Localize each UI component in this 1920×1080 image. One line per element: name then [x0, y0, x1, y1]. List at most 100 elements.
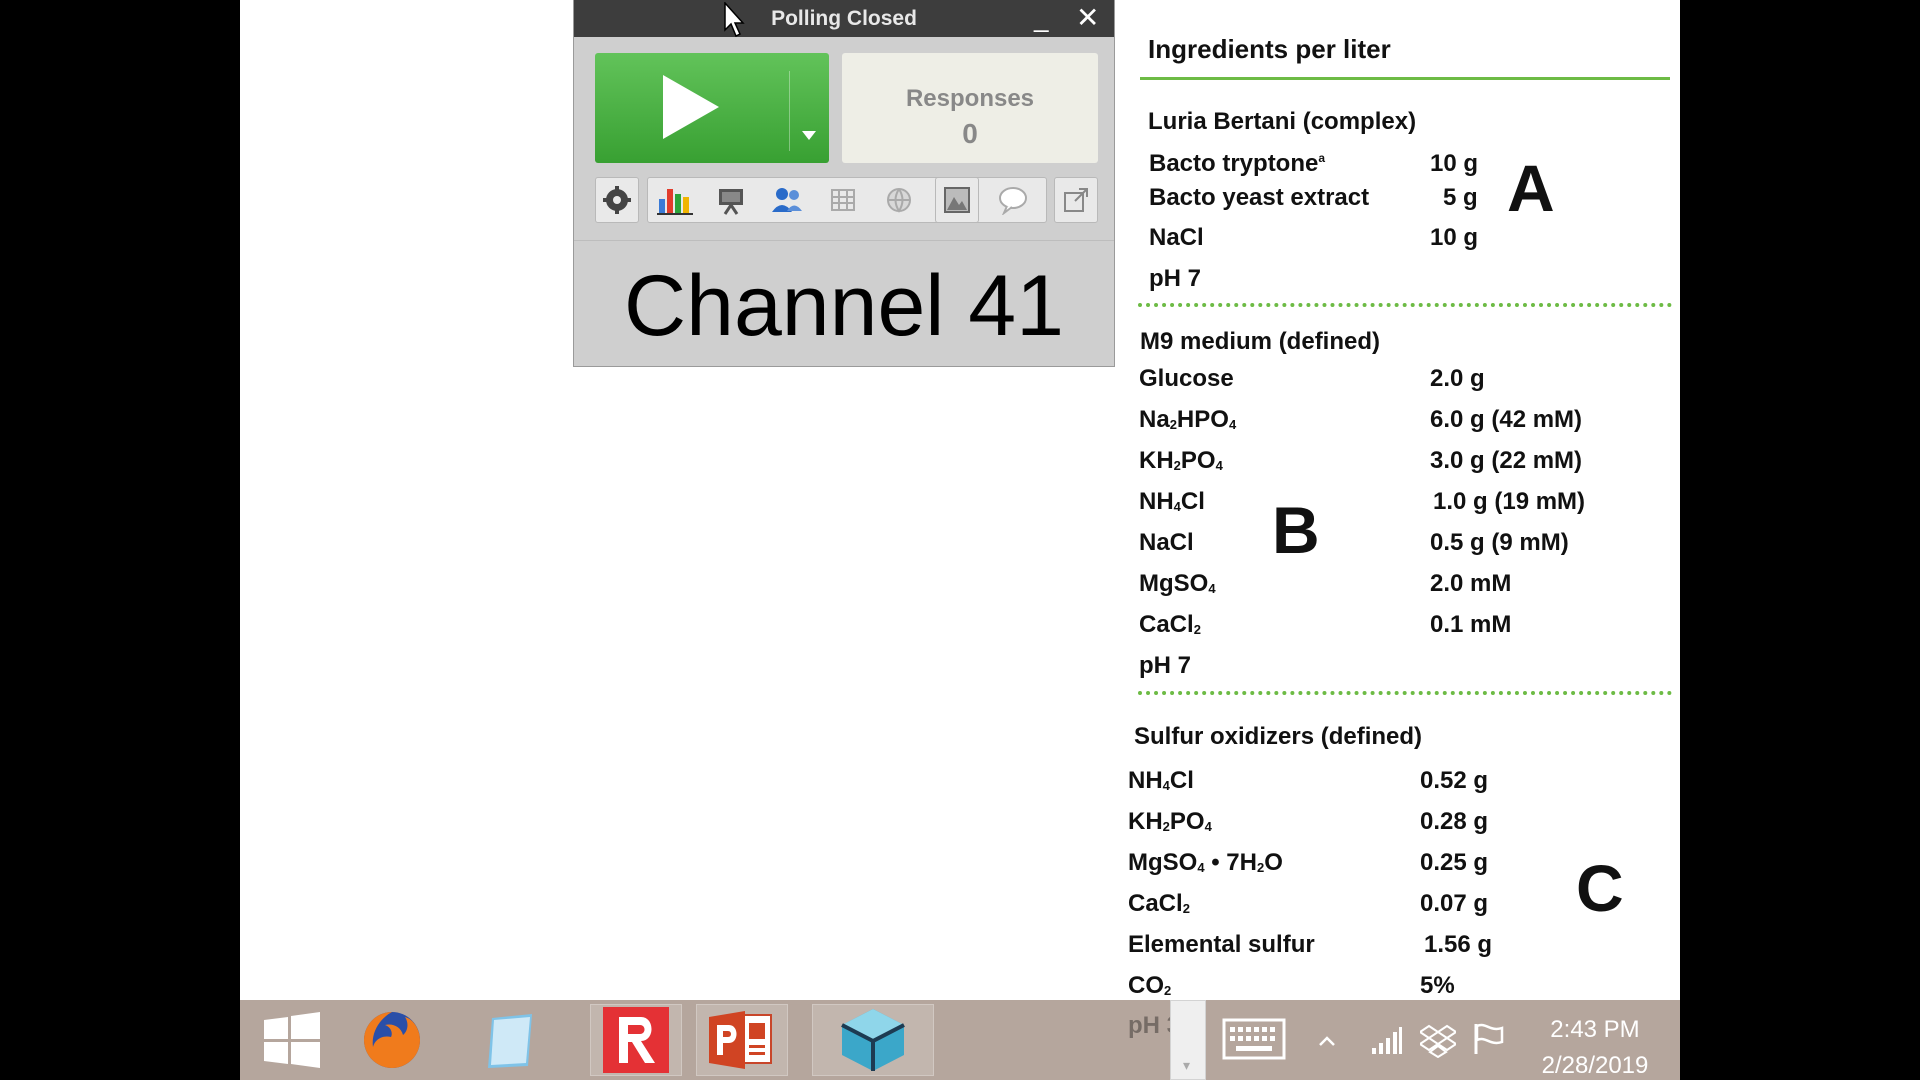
b-row-5-name: NaCl: [1139, 529, 1194, 556]
grid-icon: [831, 189, 855, 211]
b-row-1-name: Glucose: [1139, 365, 1234, 392]
desktop: Polling Closed _ ✕ Responses 0 Channel 4…: [240, 0, 1680, 1080]
clock-time: 2:43 PM: [1550, 1016, 1640, 1043]
a-row-2-amount: 5 g: [1443, 184, 1478, 211]
taskbar-3d-app[interactable]: [812, 1004, 934, 1076]
taskbar-notepad[interactable]: [466, 1004, 558, 1076]
section-c-letter: C: [1576, 851, 1624, 925]
a-row-1-name: Bacto tryptonea: [1149, 150, 1326, 177]
export-icon: [1064, 188, 1088, 212]
section-b-title: M9 medium (defined): [1140, 328, 1381, 355]
b-row-7-name: CaCl2: [1139, 611, 1201, 638]
responses-panel[interactable]: Responses 0: [842, 53, 1098, 163]
start-polling-button[interactable]: [595, 53, 829, 163]
taskbar-response-app[interactable]: [590, 1004, 682, 1076]
c-row-3-name: MgSO4 • 7H2O: [1128, 849, 1283, 876]
bar-chart-icon: [657, 189, 693, 215]
network-button[interactable]: [1370, 1026, 1402, 1061]
clock-date: 2/28/2019: [1541, 1052, 1649, 1079]
signal-icon: [1372, 1027, 1402, 1054]
export-button[interactable]: [1054, 177, 1098, 223]
b-row-3-amount: 3.0 g (22 mM): [1430, 447, 1583, 474]
minimize-button[interactable]: _: [1034, 4, 1048, 32]
c-row-2-name: KH2PO4: [1128, 808, 1212, 835]
slide-heading: Ingredients per liter: [1148, 34, 1391, 64]
b-row-4-name: NH4Cl: [1139, 488, 1205, 515]
b-ph: pH 7: [1139, 652, 1192, 679]
taskbar-powerpoint[interactable]: [696, 1004, 788, 1076]
a-row-3-amount: 10 g: [1430, 224, 1479, 251]
chevron-up-icon: [1319, 1036, 1335, 1046]
message-button[interactable]: [991, 177, 1035, 223]
cube-icon: [841, 1009, 905, 1071]
c-row-5-amount: 1.56 g: [1424, 931, 1493, 958]
b-row-2-name: Na2HPO4: [1139, 406, 1237, 433]
poll-titlebar[interactable]: Polling Closed _ ✕: [574, 0, 1114, 38]
b-row-6-amount: 2.0 mM: [1430, 570, 1512, 597]
presentation-button[interactable]: [709, 177, 753, 223]
tray-popup-handle[interactable]: ▾: [1170, 1000, 1206, 1080]
a-row-1-amount: 10 g: [1430, 150, 1479, 177]
presentation-icon: [719, 189, 743, 215]
windows-icon: [264, 1012, 320, 1068]
section-a-letter: A: [1507, 151, 1555, 225]
taskbar: pH 3* ▾: [240, 1000, 1680, 1080]
c-row-3-amount: 0.25 g: [1420, 849, 1489, 876]
notepad-icon: [488, 1014, 532, 1068]
channel-label: Channel 41: [624, 258, 1064, 354]
poll-title: Polling Closed: [771, 7, 917, 30]
poll-toolbar: [595, 177, 1098, 225]
c-row-4-amount: 0.07 g: [1420, 890, 1489, 917]
section-c-title: Sulfur oxidizers (defined): [1134, 723, 1423, 750]
start-button[interactable]: [246, 1004, 338, 1076]
mouse-cursor-icon: [724, 2, 745, 38]
show-hidden-icons-button[interactable]: [1318, 1034, 1336, 1052]
keyboard-icon: [1222, 1018, 1286, 1060]
action-center-button[interactable]: [1472, 1022, 1506, 1061]
b-row-4-amount: 1.0 g (19 mM): [1433, 488, 1586, 515]
divider: [574, 240, 1114, 241]
b-row-3-name: KH2PO4: [1139, 447, 1223, 474]
chevron-down-icon: ▾: [1183, 1057, 1191, 1073]
section-b-letter: B: [1272, 493, 1320, 567]
section-a-title: Luria Bertani (complex): [1148, 108, 1417, 135]
polling-widget: Polling Closed _ ✕ Responses 0 Channel 4…: [574, 0, 1114, 366]
participants-button[interactable]: [765, 177, 809, 223]
powerpoint-icon: [709, 1011, 772, 1069]
gear-icon: [603, 186, 631, 214]
response-r-icon: [603, 1007, 669, 1073]
settings-button[interactable]: [595, 177, 639, 223]
responses-label: Responses: [905, 85, 1035, 112]
globe-button[interactable]: [877, 177, 921, 223]
photo-icon: [944, 187, 970, 213]
a-row-3-name: NaCl: [1149, 224, 1204, 251]
b-row-1-amount: 2.0 g: [1430, 365, 1485, 392]
section-divider: [1138, 303, 1672, 307]
flag-icon: [1474, 1023, 1504, 1054]
speech-bubble-icon: [999, 187, 1027, 215]
globe-icon: [887, 188, 911, 213]
play-icon: [663, 75, 719, 139]
c-row-1-name: NH4Cl: [1128, 767, 1194, 794]
c-row-1-amount: 0.52 g: [1420, 767, 1489, 794]
section-divider: [1138, 691, 1672, 695]
users-icon: [772, 188, 802, 212]
dropbox-icon: [1418, 1024, 1458, 1059]
button-divider: [789, 71, 790, 151]
close-button[interactable]: ✕: [1076, 4, 1099, 32]
c-row-6-amount: 5%: [1420, 972, 1455, 999]
system-clock[interactable]: 2:43 PM 2/28/2019: [1530, 1012, 1660, 1080]
b-row-5-amount: 0.5 g (9 mM): [1430, 529, 1569, 556]
touch-keyboard-button[interactable]: [1222, 1018, 1286, 1065]
image-button[interactable]: [935, 177, 979, 223]
responses-count: 0: [962, 118, 978, 149]
c-row-6-name: CO2: [1128, 972, 1172, 999]
c-row-2-amount: 0.28 g: [1420, 808, 1489, 835]
dropdown-arrow-icon[interactable]: [802, 131, 816, 140]
a-ph: pH 7: [1149, 265, 1202, 292]
taskbar-firefox[interactable]: [346, 1004, 438, 1076]
grid-button[interactable]: [821, 177, 865, 223]
results-button[interactable]: [653, 177, 697, 223]
dropbox-button[interactable]: [1418, 1024, 1458, 1063]
c-row-5-name: Elemental sulfur: [1128, 931, 1315, 958]
